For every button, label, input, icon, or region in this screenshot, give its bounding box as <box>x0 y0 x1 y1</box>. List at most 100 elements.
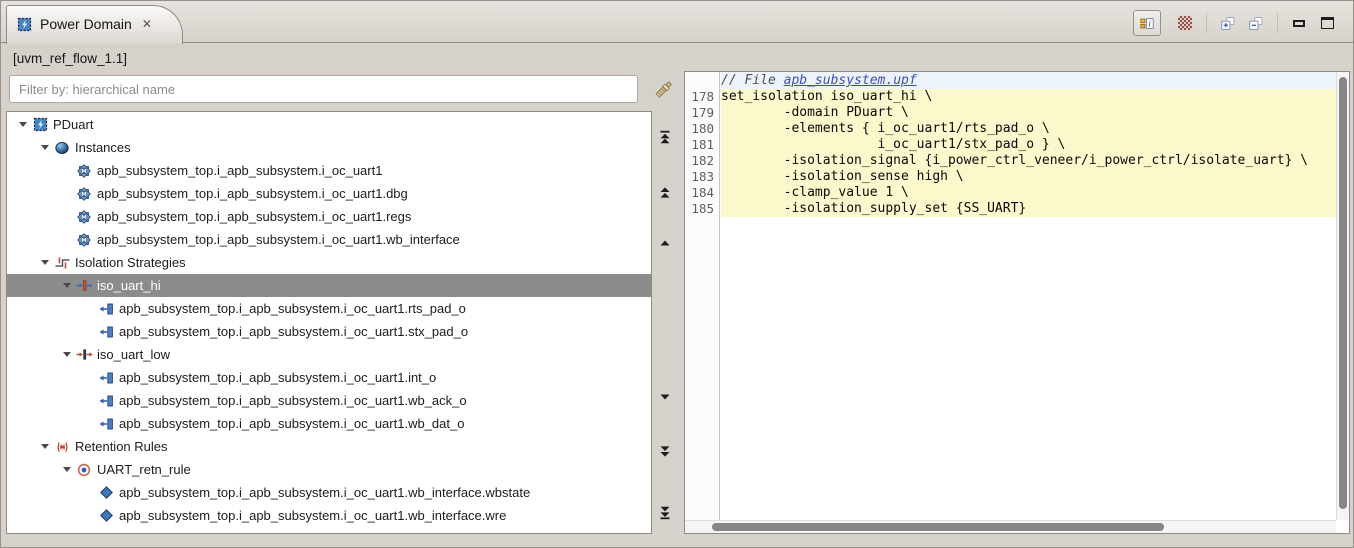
go-to-last-button[interactable] <box>657 505 673 520</box>
tree-item-port[interactable]: apb_subsystem_top.i_apb_subsystem.i_oc_u… <box>7 412 651 435</box>
port-icon <box>97 372 115 384</box>
tree-item-retention-rules[interactable]: Retention Rules <box>7 435 651 458</box>
page-down-button[interactable] <box>657 444 673 459</box>
port-icon <box>97 395 115 407</box>
line-number: 180 <box>691 121 714 136</box>
upf-file-link[interactable]: apb_subsystem.upf <box>784 73 917 88</box>
code-line: i_oc_uart1/stx_pad_o } \ <box>721 137 1336 153</box>
tree-item-iso-uart-hi[interactable]: iso_uart_hi <box>7 274 651 297</box>
power-domain-icon <box>17 17 32 32</box>
tree-item-pduart[interactable]: PDuart <box>7 113 651 136</box>
page-up-button[interactable] <box>657 184 673 199</box>
power-domain-icon <box>31 117 49 132</box>
expander-triangle-icon[interactable] <box>37 145 53 150</box>
retention-element-diamond-icon <box>97 509 115 522</box>
tab-power-domain[interactable]: Power Domain ✕ <box>6 5 183 44</box>
tree-item-instance[interactable]: apb_subsystem_top.i_apb_subsystem.i_oc_u… <box>7 182 651 205</box>
previous-item-button[interactable] <box>657 235 673 250</box>
tree-item-isolation-strategies[interactable]: Isolation Strategies <box>7 251 651 274</box>
expander-triangle-icon[interactable] <box>59 283 75 288</box>
tree-item-label: apb_subsystem_top.i_apb_subsystem.i_oc_u… <box>97 163 383 178</box>
retention-element-diamond-icon <box>97 486 115 499</box>
tree-item-iso-uart-low[interactable]: iso_uart_low <box>7 343 651 366</box>
power-domain-tree: PDuart Instances apb_subsystem_top.i_apb… <box>6 111 652 534</box>
go-to-first-icon <box>658 130 672 144</box>
expand-all-button[interactable] <box>1214 10 1242 36</box>
tree-item-retention-element[interactable]: apb_subsystem_top.i_apb_subsystem.i_oc_u… <box>7 481 651 504</box>
tree-item-label: apb_subsystem_top.i_apb_subsystem.i_oc_u… <box>119 416 465 431</box>
next-item-button[interactable] <box>657 389 673 404</box>
isolation-strategies-icon <box>53 256 71 270</box>
minimize-icon <box>1293 19 1305 27</box>
tree-item-label: UART_retn_rule <box>97 462 191 477</box>
code-line: -isolation_supply_set {SS_UART} <box>721 201 1336 217</box>
maximize-view-button[interactable] <box>1313 10 1341 36</box>
toolbar-separator <box>1206 13 1207 33</box>
editor-horizontal-scrollbar[interactable] <box>685 520 1336 533</box>
line-number: 183 <box>691 169 714 184</box>
tree-item-port[interactable]: apb_subsystem_top.i_apb_subsystem.i_oc_u… <box>7 297 651 320</box>
editor-vertical-scrollbar[interactable] <box>1336 72 1349 520</box>
clear-filter-button[interactable] <box>652 77 676 101</box>
close-icon[interactable]: ✕ <box>142 18 152 30</box>
tree-item-uart-retn-rule[interactable]: UART_retn_rule <box>7 458 651 481</box>
expand-all-icon <box>1221 15 1235 32</box>
tree-item-label: apb_subsystem_top.i_apb_subsystem.i_oc_u… <box>119 508 507 523</box>
page-down-icon <box>658 445 672 459</box>
expander-triangle-icon[interactable] <box>59 467 75 472</box>
disabled-filter-button[interactable] <box>1171 10 1199 36</box>
tree-item-label: Retention Rules <box>75 439 168 454</box>
tree-item-port[interactable]: apb_subsystem_top.i_apb_subsystem.i_oc_u… <box>7 366 651 389</box>
collapse-all-button[interactable] <box>1242 10 1270 36</box>
module-instance-icon <box>75 187 93 201</box>
tree-item-label: apb_subsystem_top.i_apb_subsystem.i_oc_u… <box>119 370 437 385</box>
tree-item-instance[interactable]: apb_subsystem_top.i_apb_subsystem.i_oc_u… <box>7 205 651 228</box>
expander-triangle-icon[interactable] <box>15 122 31 127</box>
tree-item-retention-element[interactable]: apb_subsystem_top.i_apb_subsystem.i_oc_u… <box>7 504 651 527</box>
file-header-comment: // File apb_subsystem.upf <box>721 72 1336 89</box>
code-line: -clamp_value 1 \ <box>721 185 1336 201</box>
code-area[interactable]: // File apb_subsystem.upf set_isolation … <box>721 72 1336 520</box>
port-icon <box>97 326 115 338</box>
tree-item-port[interactable]: apb_subsystem_top.i_apb_subsystem.i_oc_u… <box>7 389 651 412</box>
tree-item-label: apb_subsystem_top.i_apb_subsystem.i_oc_u… <box>119 301 466 316</box>
expander-triangle-icon[interactable] <box>37 444 53 449</box>
tree-item-instance[interactable]: apb_subsystem_top.i_apb_subsystem.i_oc_u… <box>7 159 651 182</box>
go-to-first-button[interactable] <box>657 129 673 144</box>
filter-input[interactable] <box>9 75 638 103</box>
brush-icon <box>653 78 675 100</box>
minimize-view-button[interactable] <box>1285 10 1313 36</box>
tree-item-label: apb_subsystem_top.i_apb_subsystem.i_oc_u… <box>97 209 412 224</box>
tree-item-label: iso_uart_hi <box>97 278 161 293</box>
comment-prefix: // File <box>721 73 784 88</box>
code-line: -elements { i_oc_uart1/rts_pad_o \ <box>721 121 1336 137</box>
line-number: 178 <box>691 89 714 104</box>
tree-item-label: apb_subsystem_top.i_apb_subsystem.i_oc_u… <box>119 393 467 408</box>
module-instance-icon <box>75 164 93 178</box>
collapse-all-icon <box>1249 15 1263 32</box>
tree-item-instances[interactable]: Instances <box>7 136 651 159</box>
tree-item-label: Isolation Strategies <box>75 255 186 270</box>
isolation-strategy-low-icon <box>75 349 93 360</box>
down-arrow-icon <box>658 390 672 404</box>
horizontal-scrollbar-thumb[interactable] <box>712 523 1164 531</box>
show-details-toggle-button[interactable] <box>1133 10 1161 36</box>
tree-item-label: Instances <box>75 140 131 155</box>
code-line: -isolation_sense high \ <box>721 169 1336 185</box>
tree-item-label: iso_uart_low <box>97 347 170 362</box>
line-number: 185 <box>691 201 714 216</box>
retention-rules-icon <box>53 440 71 454</box>
tree-item-label: apb_subsystem_top.i_apb_subsystem.i_oc_u… <box>119 324 469 339</box>
tree-item-label: apb_subsystem_top.i_apb_subsystem.i_oc_u… <box>97 232 460 247</box>
upf-source-editor: 178 179 180 181 182 183 184 185 // File … <box>684 71 1350 534</box>
tree-item-label: PDuart <box>53 117 94 132</box>
tree-item-instance[interactable]: apb_subsystem_top.i_apb_subsystem.i_oc_u… <box>7 228 651 251</box>
tree-item-port[interactable]: apb_subsystem_top.i_apb_subsystem.i_oc_u… <box>7 320 651 343</box>
code-line: set_isolation iso_uart_hi \ <box>721 89 1336 105</box>
vertical-scrollbar-thumb[interactable] <box>1339 77 1347 509</box>
expander-triangle-icon[interactable] <box>59 352 75 357</box>
expander-triangle-icon[interactable] <box>37 260 53 265</box>
tree-item-label: apb_subsystem_top.i_apb_subsystem.i_oc_u… <box>97 186 408 201</box>
scope-label: [uvm_ref_flow_1.1] <box>13 51 128 66</box>
view-tab-bar: Power Domain ✕ <box>1 1 1353 44</box>
